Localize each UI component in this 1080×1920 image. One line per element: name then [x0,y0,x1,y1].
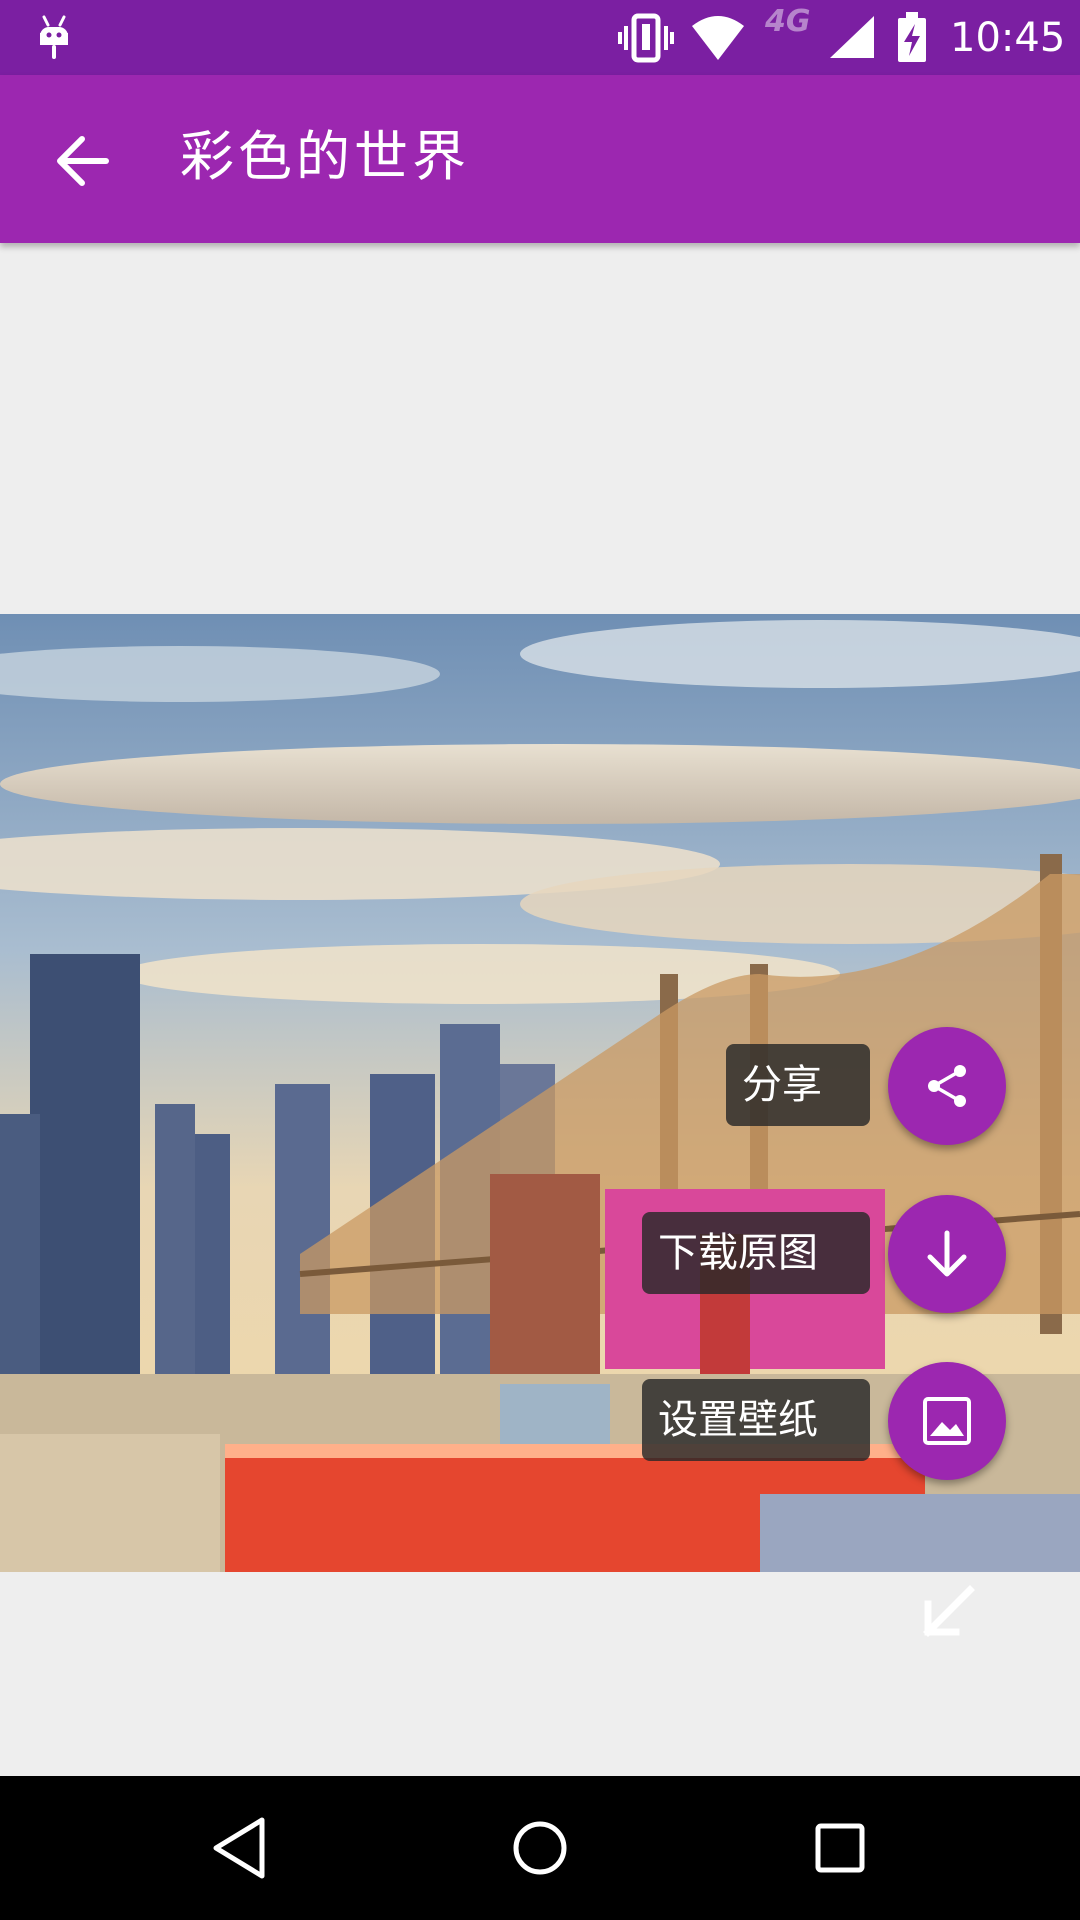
status-clock: 10:45 [950,15,1066,61]
triangle-back-icon [213,1817,265,1879]
screen: 4G 10:45 彩色的世界 分享 下载原图 设置壁纸 [0,0,1080,1920]
square-recents-icon [815,1823,865,1873]
app-toolbar: 彩色的世界 [0,75,1080,243]
nav-back-button[interactable] [204,1812,276,1884]
system-navigation-bar [0,1776,1080,1920]
share-button[interactable] [888,1027,1006,1145]
image-viewer[interactable] [0,243,1080,1776]
page-title: 彩色的世界 [180,125,470,188]
share-icon [928,1065,966,1107]
wifi-icon [692,16,744,60]
signal-icon [830,16,874,58]
image-icon [923,1397,971,1445]
nav-home-button[interactable] [504,1812,576,1884]
share-label[interactable]: 分享 [726,1044,870,1126]
nav-recent-apps-button[interactable] [804,1812,876,1884]
circle-home-icon [513,1821,567,1875]
back-button[interactable] [48,125,120,197]
arrow-down-icon [927,1230,967,1277]
set-wallpaper-label[interactable]: 设置壁纸 [642,1379,870,1461]
download-original-button[interactable] [888,1195,1006,1313]
download-original-label[interactable]: 下载原图 [642,1212,870,1294]
set-wallpaper-button[interactable] [888,1362,1006,1480]
arrow-down-left-icon[interactable] [918,1582,978,1642]
battery-charging-icon [898,12,926,62]
status-bar: 4G 10:45 [0,0,1080,75]
android-icon [40,15,68,59]
arrow-left-icon [57,136,109,186]
network-type-label: 4G [765,4,811,39]
vibrate-icon [618,13,674,63]
